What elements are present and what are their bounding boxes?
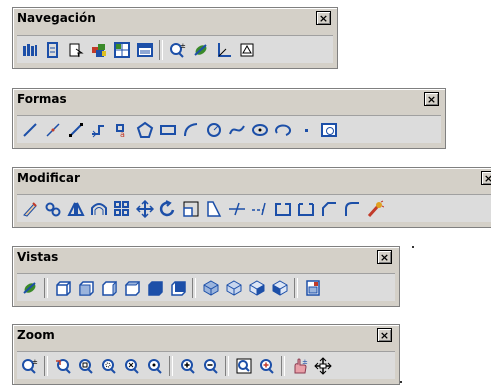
zoom-out-icon[interactable] bbox=[200, 355, 221, 376]
zoom-realtime-icon[interactable]: ± bbox=[167, 39, 188, 60]
separator bbox=[281, 355, 285, 376]
region-icon[interactable] bbox=[318, 119, 339, 140]
toolbar-vistas: Vistas × bbox=[12, 246, 400, 307]
right-view-icon[interactable] bbox=[121, 277, 142, 298]
zoom-in-icon[interactable] bbox=[177, 355, 198, 376]
toolbar-modificar: Modificar × bbox=[12, 167, 491, 228]
sw-iso-icon[interactable] bbox=[200, 277, 221, 298]
ellipse-icon[interactable] bbox=[249, 119, 270, 140]
bottom-view-icon[interactable] bbox=[75, 277, 96, 298]
separator bbox=[169, 355, 173, 376]
zoom-extents-icon[interactable] bbox=[256, 355, 277, 376]
toolbar-buttons bbox=[17, 273, 395, 301]
zoom-center-icon[interactable] bbox=[144, 355, 165, 376]
toolbar-buttons: ± ± bbox=[17, 351, 395, 379]
trim-icon[interactable] bbox=[226, 198, 247, 219]
offset-icon[interactable] bbox=[88, 198, 109, 219]
pan-icon[interactable] bbox=[312, 355, 333, 376]
se-iso-icon[interactable] bbox=[223, 277, 244, 298]
front-view-icon[interactable] bbox=[144, 277, 165, 298]
left-view-icon[interactable] bbox=[98, 277, 119, 298]
mirror-icon[interactable] bbox=[65, 198, 86, 219]
polygon-icon[interactable] bbox=[134, 119, 155, 140]
copy-icon[interactable] bbox=[42, 198, 63, 219]
separator bbox=[159, 39, 163, 60]
svg-text:±: ± bbox=[32, 358, 38, 366]
svg-text:±: ± bbox=[302, 358, 308, 366]
chamfer-icon[interactable] bbox=[318, 198, 339, 219]
join-icon[interactable] bbox=[295, 198, 316, 219]
named-views-icon[interactable] bbox=[19, 39, 40, 60]
close-button[interactable]: × bbox=[424, 92, 439, 106]
close-button[interactable]: × bbox=[316, 11, 331, 25]
pixel-mark bbox=[400, 381, 402, 383]
svg-text:a: a bbox=[120, 130, 125, 139]
explode-icon[interactable] bbox=[364, 198, 385, 219]
fillet-icon[interactable] bbox=[341, 198, 362, 219]
construction-line-icon[interactable] bbox=[42, 119, 63, 140]
separator bbox=[192, 277, 196, 298]
display-icon[interactable] bbox=[134, 39, 155, 60]
toolbar-title: Vistas bbox=[17, 250, 59, 264]
camera-icon[interactable] bbox=[302, 277, 323, 298]
toolbar-buttons: a bbox=[17, 115, 441, 143]
stretch-icon[interactable] bbox=[203, 198, 224, 219]
polyline-arrow-icon[interactable] bbox=[88, 119, 109, 140]
toolbar-navegacion: Navegación × ± bbox=[12, 7, 338, 69]
toolbar-title: Modificar bbox=[17, 171, 80, 185]
spline-icon[interactable] bbox=[226, 119, 247, 140]
toolbar-buttons bbox=[17, 194, 491, 222]
render-icon[interactable] bbox=[88, 39, 109, 60]
polyline-icon[interactable] bbox=[65, 119, 86, 140]
toolbar-zoom: Zoom × ± ± bbox=[12, 324, 400, 385]
separator bbox=[44, 277, 48, 298]
viewports-icon[interactable] bbox=[111, 39, 132, 60]
nw-iso-icon[interactable] bbox=[269, 277, 290, 298]
separator bbox=[225, 355, 229, 376]
ne-iso-icon[interactable] bbox=[246, 277, 267, 298]
close-button[interactable]: × bbox=[377, 250, 392, 264]
line-icon[interactable] bbox=[19, 119, 40, 140]
zoom-dynamic-icon[interactable] bbox=[98, 355, 119, 376]
toolbar-title: Navegación bbox=[17, 11, 96, 25]
toolbar-buttons: ± bbox=[17, 35, 333, 63]
close-button[interactable]: × bbox=[481, 171, 491, 185]
toolbar-title: Zoom bbox=[17, 328, 55, 342]
erase-icon[interactable] bbox=[19, 198, 40, 219]
point-icon[interactable] bbox=[295, 119, 316, 140]
toolbar-title: Formas bbox=[17, 92, 67, 106]
3d-orbit-icon[interactable] bbox=[42, 39, 63, 60]
circle-icon[interactable] bbox=[203, 119, 224, 140]
plot-icon[interactable] bbox=[236, 39, 257, 60]
rectangle-icon[interactable] bbox=[157, 119, 178, 140]
move-icon[interactable] bbox=[134, 198, 155, 219]
svg-text:±: ± bbox=[180, 42, 186, 50]
break-icon[interactable] bbox=[272, 198, 293, 219]
separator bbox=[294, 277, 298, 298]
zoom-realtime-icon[interactable]: ± bbox=[19, 355, 40, 376]
3d-walk-icon[interactable] bbox=[65, 39, 86, 60]
array-icon[interactable] bbox=[111, 198, 132, 219]
ucs-icon[interactable] bbox=[213, 39, 234, 60]
rotate-icon[interactable] bbox=[157, 198, 178, 219]
arc-icon[interactable] bbox=[180, 119, 201, 140]
close-button[interactable]: × bbox=[377, 328, 392, 342]
3d-orbit-icon[interactable] bbox=[19, 277, 40, 298]
separator bbox=[44, 355, 48, 376]
view-manager-icon[interactable] bbox=[190, 39, 211, 60]
top-view-icon[interactable] bbox=[52, 277, 73, 298]
zoom-previous-icon[interactable] bbox=[52, 355, 73, 376]
zoom-scale-icon[interactable] bbox=[121, 355, 142, 376]
3d-polyline-icon[interactable]: a bbox=[111, 119, 132, 140]
ellipse-arc-icon[interactable] bbox=[272, 119, 293, 140]
pixel-mark bbox=[412, 246, 414, 248]
extend-icon[interactable] bbox=[249, 198, 270, 219]
zoom-window-icon[interactable] bbox=[75, 355, 96, 376]
zoom-all-icon[interactable] bbox=[233, 355, 254, 376]
toolbar-formas: Formas × a bbox=[12, 88, 446, 149]
scale-icon[interactable] bbox=[180, 198, 201, 219]
back-view-icon[interactable] bbox=[167, 277, 188, 298]
pan-realtime-icon[interactable]: ± bbox=[289, 355, 310, 376]
